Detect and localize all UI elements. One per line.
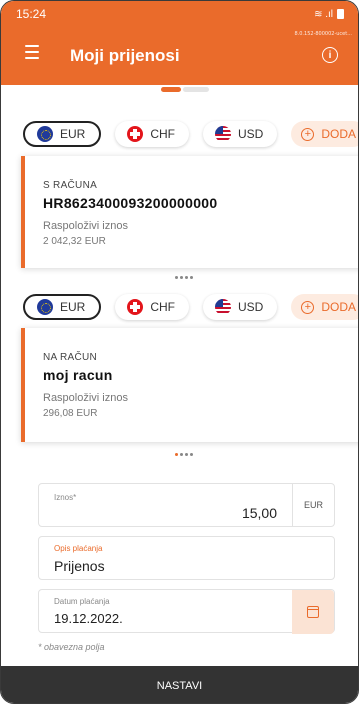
available-amount: 2 042,32 EUR bbox=[43, 236, 106, 247]
pager-dot bbox=[190, 453, 193, 456]
continue-button[interactable]: NASTAVI bbox=[1, 666, 358, 703]
calendar-button[interactable] bbox=[292, 590, 334, 634]
from-currency-chips: EUR CHF USD + DODA bbox=[23, 121, 358, 147]
signal-icon: ≋ .ıl bbox=[314, 8, 333, 20]
continue-label: NASTAVI bbox=[156, 679, 203, 692]
plus-icon: + bbox=[301, 127, 315, 141]
chip-label: DODA bbox=[321, 127, 357, 141]
chip-label: EUR bbox=[60, 300, 86, 314]
pager-dot bbox=[175, 276, 178, 279]
account-number: HR8623400093200000000 bbox=[43, 195, 218, 211]
amount-field[interactable]: Iznos* 15,00 EUR bbox=[38, 483, 335, 527]
calendar-icon bbox=[307, 606, 319, 618]
chip-label: USD bbox=[238, 127, 264, 141]
to-currency-chips: EUR CHF USD + DODA bbox=[23, 294, 358, 320]
page-indicator-active bbox=[161, 87, 181, 92]
date-label: Datum plaćanja bbox=[54, 597, 110, 606]
pager-dot bbox=[180, 276, 183, 279]
chip-label: CHF bbox=[150, 300, 176, 314]
pager-dot bbox=[190, 276, 193, 279]
description-label: Opis plaćanja bbox=[54, 544, 103, 553]
to-account-card[interactable]: NA RAČUN moj racun Raspoloživi iznos 296… bbox=[21, 328, 358, 442]
eu-flag-icon bbox=[37, 299, 53, 315]
card-label: S RAČUNA bbox=[43, 180, 98, 191]
pager-dot bbox=[185, 276, 188, 279]
page-indicator bbox=[161, 87, 209, 92]
status-icons: ≋ .ıl bbox=[314, 9, 344, 20]
us-flag-icon bbox=[215, 299, 232, 315]
from-account-card[interactable]: S RAČUNA HR8623400093200000000 Raspoloži… bbox=[21, 156, 358, 268]
pager-dot bbox=[180, 453, 183, 456]
from-chip-eur[interactable]: EUR bbox=[23, 121, 102, 147]
description-value[interactable]: Prijenos bbox=[54, 558, 105, 574]
to-chip-eur[interactable]: EUR bbox=[23, 294, 102, 320]
pager-dot-active bbox=[175, 453, 178, 456]
to-add-currency-button[interactable]: + DODA bbox=[291, 294, 358, 320]
plus-icon: + bbox=[301, 300, 315, 314]
account-name: moj racun bbox=[43, 367, 113, 383]
us-flag-icon bbox=[215, 126, 232, 142]
eu-flag-icon bbox=[37, 126, 53, 142]
date-value[interactable]: 19.12.2022. bbox=[54, 611, 123, 626]
page-indicator-inactive bbox=[183, 87, 209, 92]
chip-label: EUR bbox=[60, 127, 86, 141]
amount-currency: EUR bbox=[292, 484, 334, 526]
from-add-currency-button[interactable]: + DODA bbox=[291, 121, 358, 147]
chip-label: CHF bbox=[150, 127, 176, 141]
pager-dot bbox=[185, 453, 188, 456]
to-chip-usd[interactable]: USD bbox=[203, 294, 278, 320]
to-chip-chf[interactable]: CHF bbox=[115, 294, 190, 320]
phone-screen: 15:24 ≋ .ıl Moji prijenosi 8.0.152-80000… bbox=[0, 0, 359, 704]
amount-label: Iznos* bbox=[54, 493, 77, 502]
available-amount: 296,08 EUR bbox=[43, 408, 98, 419]
from-pager-dots bbox=[175, 276, 193, 279]
app-header: Moji prijenosi 8.0.152-800002-ucet... i bbox=[1, 27, 358, 85]
status-bar: 15:24 ≋ .ıl bbox=[1, 1, 358, 27]
card-label: NA RAČUN bbox=[43, 352, 98, 363]
available-label: Raspoloživi iznos bbox=[43, 220, 128, 232]
status-time: 15:24 bbox=[16, 7, 47, 21]
from-chip-usd[interactable]: USD bbox=[203, 121, 278, 147]
chip-label: USD bbox=[238, 300, 264, 314]
info-icon[interactable]: i bbox=[322, 47, 338, 63]
to-pager-dots bbox=[175, 453, 193, 456]
swiss-flag-icon bbox=[127, 299, 144, 315]
battery-icon bbox=[337, 9, 344, 19]
swiss-flag-icon bbox=[127, 126, 144, 142]
amount-value[interactable]: 15,00 bbox=[242, 505, 277, 521]
page-title: Moji prijenosi bbox=[70, 46, 180, 65]
description-field[interactable]: Opis plaćanja Prijenos bbox=[38, 536, 335, 580]
from-chip-chf[interactable]: CHF bbox=[115, 121, 190, 147]
available-label: Raspoloživi iznos bbox=[43, 392, 128, 404]
chip-label: DODA bbox=[321, 300, 357, 314]
required-note: * obavezna polja bbox=[38, 642, 105, 652]
menu-icon[interactable] bbox=[25, 45, 39, 59]
header-subtitle: 8.0.152-800002-ucet... bbox=[294, 31, 352, 37]
date-field[interactable]: Datum plaćanja 19.12.2022. bbox=[38, 589, 335, 634]
